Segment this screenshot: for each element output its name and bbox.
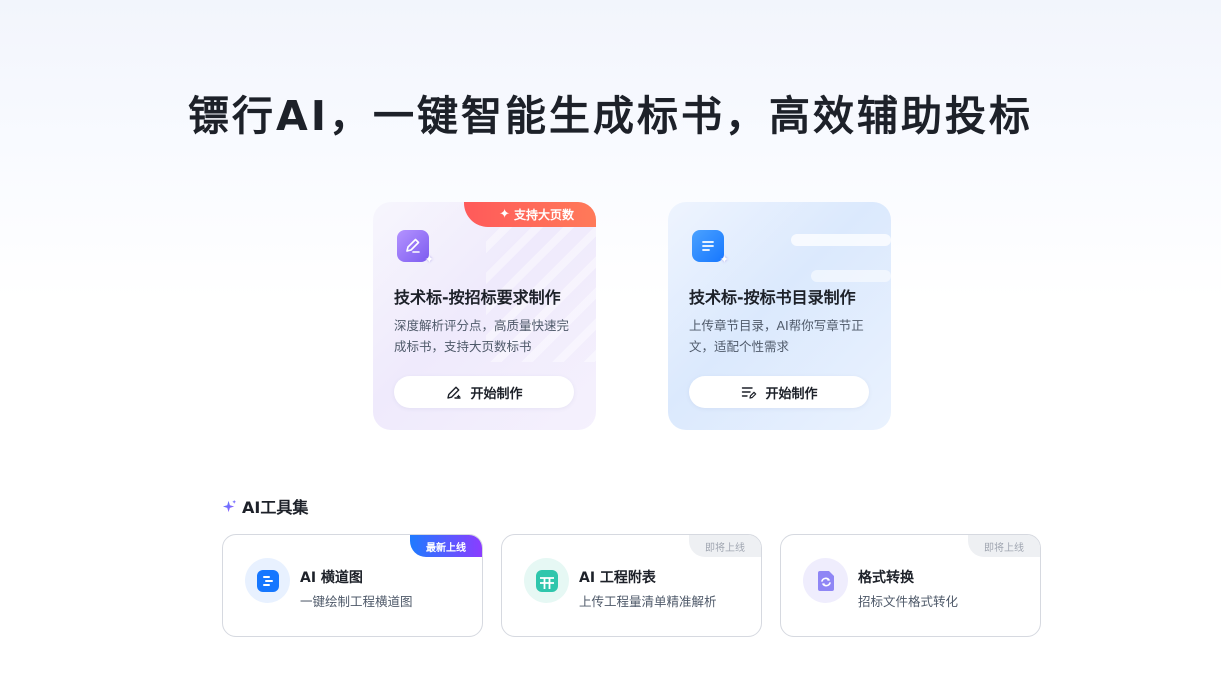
sparkle-icon: ✦ — [499, 207, 510, 222]
tool-title: AI 工程附表 — [579, 570, 656, 586]
pen-icon — [447, 386, 462, 399]
tool-description: 上传工程量清单精准解析 — [579, 594, 717, 609]
card-title: 技术标-按招标要求制作 — [394, 288, 561, 307]
large-page-badge: ✦ 支持大页数 — [464, 202, 596, 227]
new-release-badge: 最新上线 — [410, 535, 482, 557]
file-convert-icon — [803, 558, 848, 603]
card-description: 深度解析评分点，高质量快速完成标书，支持大页数标书 — [394, 318, 570, 354]
gantt-icon — [245, 558, 290, 603]
table-icon — [524, 558, 569, 603]
coming-soon-badge: 即将上线 — [968, 535, 1040, 557]
card-description: 上传章节目录，AI帮你写章节正文，适配个性需求 — [689, 318, 864, 354]
card-decoration — [781, 232, 891, 322]
button-label: 开始制作 — [470, 386, 523, 402]
card-tech-bid-by-requirements[interactable]: ✦ 支持大页数 ✦ 技术标-按招标要求制作 深度解析评分点，高质量快速完成标书，… — [373, 202, 596, 430]
pen-edit-icon: ✦ — [397, 230, 434, 266]
ai-tools-heading: AI工具集 — [222, 494, 308, 518]
start-create-button[interactable]: 开始制作 — [689, 376, 869, 408]
tool-title: AI 横道图 — [300, 570, 363, 586]
card-title: 技术标-按标书目录制作 — [689, 288, 856, 307]
list-edit-icon — [742, 387, 757, 399]
coming-soon-badge: 即将上线 — [689, 535, 761, 557]
section-title-label: AI工具集 — [242, 498, 309, 517]
tool-card-format-convert[interactable]: 即将上线 格式转换 招标文件格式转化 — [780, 534, 1041, 637]
tool-description: 一键绘制工程横道图 — [300, 594, 413, 609]
card-tech-bid-by-catalog[interactable]: ✦ 技术标-按标书目录制作 上传章节目录，AI帮你写章节正文，适配个性需求 开始… — [668, 202, 891, 430]
document-list-icon: ✦ — [692, 230, 729, 266]
sparkle-icon — [222, 499, 237, 514]
button-label: 开始制作 — [765, 386, 818, 402]
tool-card-engineering-table[interactable]: 即将上线 AI 工程附表 上传工程量清单精准解析 — [501, 534, 762, 637]
page-title: 镖行AI，一键智能生成标书，高效辅助投标 — [188, 92, 1033, 140]
start-create-button[interactable]: 开始制作 — [394, 376, 574, 408]
tool-title: 格式转换 — [858, 570, 914, 586]
badge-label: 支持大页数 — [513, 208, 574, 222]
tool-description: 招标文件格式转化 — [858, 594, 959, 609]
tool-card-gantt[interactable]: 最新上线 AI 横道图 一键绘制工程横道图 — [222, 534, 483, 637]
